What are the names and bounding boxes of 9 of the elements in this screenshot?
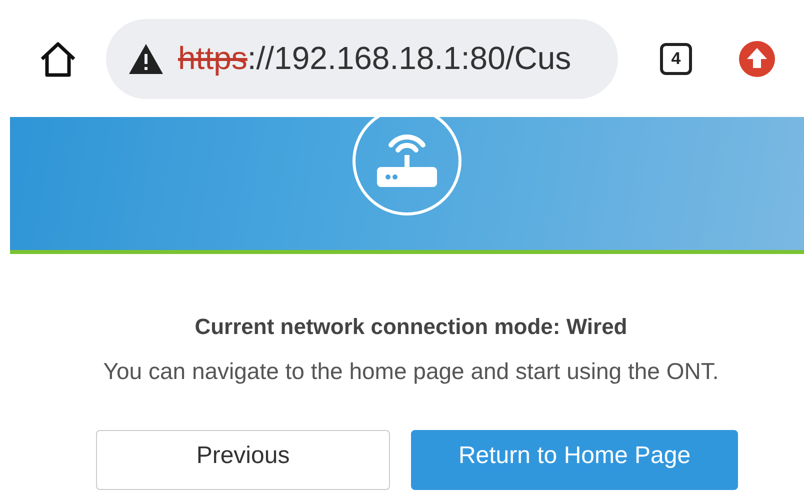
connection-mode-title: Current network connection mode: Wired <box>194 314 628 340</box>
router-icon <box>351 117 463 217</box>
address-bar[interactable]: https://192.168.18.1:80/Cus <box>106 18 618 98</box>
warning-icon[interactable] <box>128 42 164 74</box>
url-text: https://192.168.18.1:80/Cus <box>178 40 572 77</box>
previous-button[interactable]: Previous <box>96 430 390 490</box>
tab-count[interactable]: 4 <box>660 42 692 74</box>
info-text: You can navigate to the home page and start using the ONT. <box>103 358 719 385</box>
upload-icon[interactable] <box>738 40 776 78</box>
